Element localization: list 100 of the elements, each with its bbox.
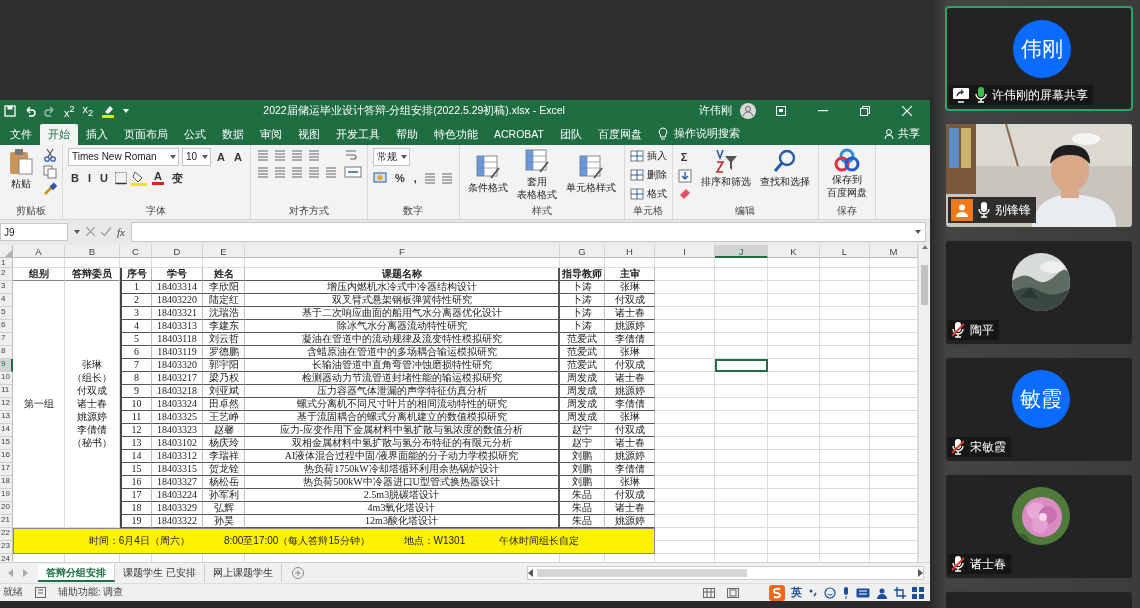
macro-icon[interactable] xyxy=(35,587,46,599)
format-button[interactable]: U xyxy=(97,168,111,187)
group-label: 对齐方式 xyxy=(287,204,330,218)
scroll-right-icon[interactable] xyxy=(918,569,923,578)
format-button[interactable]: Σ xyxy=(677,147,691,166)
ribbon-dropdown[interactable]: 10 xyxy=(182,147,211,166)
scrollbar-thumb[interactable] xyxy=(921,264,928,305)
ribbon-tab[interactable]: 公式 xyxy=(176,123,214,145)
fill-color-icon[interactable] xyxy=(130,169,147,186)
avatar-icon[interactable] xyxy=(740,103,756,119)
group-label: 字体 xyxy=(145,204,168,218)
cloud-icon[interactable] xyxy=(833,147,860,172)
format-button[interactable]: x$_{2}$ xyxy=(82,103,94,119)
ribbon-tab[interactable]: 特色功能 xyxy=(426,123,486,145)
participant-tile[interactable]: 陶平 xyxy=(945,240,1133,345)
ribbon-display-icon[interactable] xyxy=(776,106,786,116)
scrollbar-thumb[interactable] xyxy=(537,569,747,578)
punctuation-icon[interactable] xyxy=(808,587,818,598)
clipboard-icon[interactable] xyxy=(8,147,34,176)
close-icon[interactable] xyxy=(902,106,912,116)
ribbon-dropdown[interactable]: Times New Roman xyxy=(68,147,179,166)
ribbon-button[interactable]: 套用 表格格式 xyxy=(513,147,560,200)
table-icon[interactable] xyxy=(577,154,604,181)
confirm-icon[interactable] xyxy=(101,227,111,237)
format-button[interactable]: % xyxy=(391,168,408,187)
undo-icon[interactable] xyxy=(24,105,36,117)
input-mode-toggle[interactable]: 英 xyxy=(791,585,802,601)
restore-icon[interactable] xyxy=(860,106,870,116)
ribbon-tab[interactable]: 插入 xyxy=(78,123,116,145)
ribbon-button[interactable]: 删除 xyxy=(629,166,667,183)
table-icon[interactable] xyxy=(474,154,501,181)
normal-view-icon[interactable] xyxy=(703,587,715,598)
participant-tile[interactable]: 敏霞 宋敏霞 xyxy=(945,357,1133,462)
tell-me-search[interactable]: 操作说明搜索 xyxy=(650,123,748,145)
format-button[interactable]: A xyxy=(214,147,228,166)
ribbon-tab[interactable]: 开发工具 xyxy=(328,123,388,145)
ribbon-tab[interactable]: 团队 xyxy=(552,123,590,145)
ribbon-tab[interactable]: 数据 xyxy=(214,123,252,145)
ribbon-dropdown[interactable]: 常规 xyxy=(372,147,410,166)
ribbon-button[interactable]: 条件格式 xyxy=(464,154,511,194)
ribbon-tab[interactable]: 审阅 xyxy=(252,123,290,145)
insert-function-button[interactable]: fx xyxy=(117,225,125,238)
ribbon-tab[interactable]: 开始 xyxy=(40,123,78,145)
currency-icon[interactable] xyxy=(372,170,389,185)
ribbon-tab[interactable]: 页面布局 xyxy=(116,123,176,145)
sheet-tab[interactable]: 课题学生 已安排 xyxy=(115,564,205,583)
person-icon[interactable] xyxy=(876,586,888,599)
microphone-icon[interactable] xyxy=(842,586,850,599)
ribbon-button[interactable]: 查找和选择 xyxy=(756,147,813,187)
ribbon-button[interactable]: 插入 xyxy=(629,147,667,164)
accessibility-status[interactable]: 辅助功能: 调查 xyxy=(58,586,124,600)
window-title: 2022届储运毕业设计答辩-分组安排(2022.5.29初稿).xlsx - Excel xyxy=(262,104,566,118)
sheet-tab[interactable]: 答辩分组安排 xyxy=(38,564,115,583)
brush-icon[interactable] xyxy=(43,181,57,196)
ribbon-tab[interactable]: 帮助 xyxy=(388,123,426,145)
ribbon-tab[interactable]: 百度网盘 xyxy=(590,123,650,145)
format-button[interactable]: 变 xyxy=(168,168,186,187)
add-sheet-icon[interactable] xyxy=(291,567,304,580)
grid-icon[interactable] xyxy=(912,586,924,599)
sheet-tab[interactable]: 网上课题学生 xyxy=(204,564,282,583)
smiley-icon[interactable] xyxy=(824,586,836,599)
name-box[interactable]: J9 xyxy=(0,222,68,241)
redo-icon[interactable] xyxy=(44,105,56,117)
font-color-button[interactable]: A xyxy=(149,170,166,186)
ribbon-button[interactable]: 排序和筛选 xyxy=(697,147,754,187)
input-method-logo-icon[interactable] xyxy=(769,584,785,601)
ribbon-button[interactable]: 粘贴 xyxy=(5,147,37,189)
format-button[interactable]: , xyxy=(410,168,420,187)
cancel-icon[interactable] xyxy=(86,227,95,237)
ribbon-tab[interactable]: 文件 xyxy=(2,123,40,145)
format-button[interactable]: x$^{2}$ xyxy=(64,103,75,119)
formula-input[interactable] xyxy=(130,221,926,242)
save-icon[interactable] xyxy=(4,105,16,117)
scissors-icon[interactable] xyxy=(43,147,57,162)
border-icon[interactable] xyxy=(113,170,128,185)
ribbon-tab[interactable]: ACROBAT xyxy=(486,123,552,145)
highlighter-icon[interactable] xyxy=(101,104,116,118)
format-button[interactable]: A xyxy=(230,147,245,166)
crop-icon[interactable] xyxy=(894,586,906,599)
ribbon-button[interactable]: 单元格样式 xyxy=(562,154,619,194)
fill-down-icon[interactable] xyxy=(677,168,692,183)
format-button[interactable]: I xyxy=(84,168,94,187)
ribbon-tab[interactable]: 视图 xyxy=(290,123,328,145)
copy-icon[interactable] xyxy=(43,164,57,179)
share-button[interactable]: 共享 xyxy=(874,123,930,145)
table-icon[interactable] xyxy=(523,147,550,174)
page-layout-icon[interactable] xyxy=(727,587,739,598)
keyboard-icon[interactable] xyxy=(856,587,870,598)
participant-tile[interactable]: 诸士春 xyxy=(945,474,1133,579)
ribbon-button[interactable]: 保存到 百度网盘 xyxy=(823,147,870,198)
scroll-left-icon[interactable] xyxy=(528,569,533,578)
ribbon-button[interactable]: 格式 xyxy=(629,185,667,202)
wrap-text-icon[interactable] xyxy=(343,147,358,162)
format-button[interactable]: B xyxy=(68,168,82,187)
participant-tile[interactable]: 别锋锋 xyxy=(945,123,1133,228)
row-header[interactable]: 1 xyxy=(0,257,13,268)
merge-cells-icon[interactable] xyxy=(343,164,362,179)
participant-tile[interactable]: 伟刚 许伟刚的屏幕共享 xyxy=(945,6,1133,111)
search-icon[interactable] xyxy=(771,147,798,174)
minimize-icon[interactable] xyxy=(818,110,828,112)
